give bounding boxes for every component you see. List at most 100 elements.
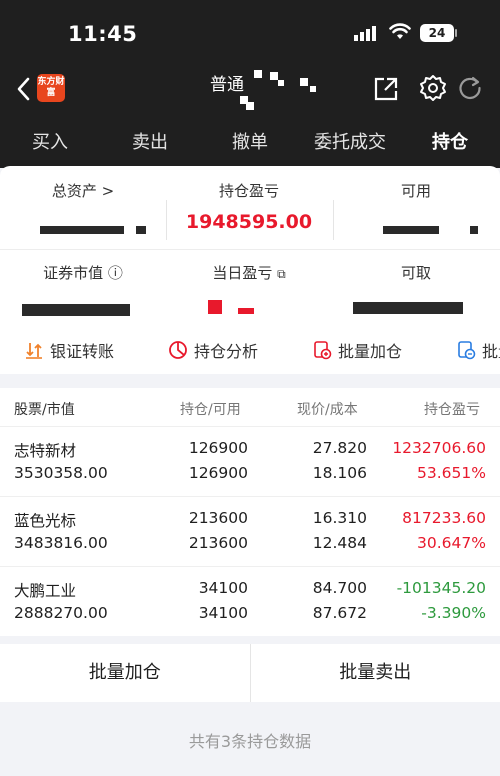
position-analysis-button[interactable]: 持仓分析 bbox=[168, 338, 258, 362]
battery-tip bbox=[455, 29, 457, 37]
header-pnl: 持仓盈亏 bbox=[424, 402, 480, 418]
stock-name: 大鹏工业 bbox=[14, 582, 77, 600]
batch-icon bbox=[458, 341, 476, 360]
daily-pnl-text: 当日盈亏 bbox=[212, 264, 273, 282]
masked-block bbox=[270, 72, 278, 80]
header-position: 持仓/可用 bbox=[180, 402, 241, 418]
tab-positions[interactable]: 持仓 bbox=[400, 128, 500, 169]
position-qty: 34100 bbox=[198, 579, 248, 597]
daily-pnl[interactable]: 当日盈亏 ⧉ bbox=[166, 262, 332, 283]
position-pnl: 817233.60 bbox=[402, 509, 486, 527]
position-qty: 213600 bbox=[188, 509, 248, 527]
current-price: 27.820 bbox=[312, 439, 367, 457]
position-pnl-pct: 30.647% bbox=[417, 534, 486, 552]
batch-add-button[interactable]: 批量加仓 bbox=[0, 644, 250, 702]
position-qty: 126900 bbox=[188, 439, 248, 457]
masked-block bbox=[246, 102, 254, 110]
bottom-actions: 批量加仓 批量卖出 bbox=[0, 644, 500, 702]
bank-transfer-label: 银证转账 bbox=[50, 342, 115, 361]
header-price: 现价/成本 bbox=[297, 402, 358, 418]
available-qty: 126900 bbox=[188, 464, 248, 482]
batch-add-label: 批量加仓 bbox=[338, 342, 403, 361]
asset-summary: 总资产 > 持仓盈亏 1948595.00 可用 证券市值 ⓘ 当日盈亏 ⧉ 可… bbox=[0, 166, 500, 374]
refresh-icon[interactable] bbox=[457, 75, 483, 101]
external-link-icon: ⧉ bbox=[277, 267, 286, 281]
batch-add-tool-button[interactable]: 批量加仓 bbox=[312, 338, 402, 362]
summary-row-1: 总资产 > 持仓盈亏 1948595.00 可用 bbox=[0, 180, 500, 246]
position-pnl-label: 持仓盈亏 bbox=[218, 182, 279, 200]
broker-logo: 东方财富 bbox=[37, 74, 65, 102]
cost-price: 87.672 bbox=[312, 604, 367, 622]
cellular-signal-icon bbox=[354, 26, 376, 41]
share-icon[interactable] bbox=[373, 76, 399, 102]
masked-block bbox=[310, 86, 316, 92]
bank-transfer-button[interactable]: 银证转账 bbox=[24, 338, 114, 362]
current-price: 16.310 bbox=[312, 509, 367, 527]
status-time: 11:45 bbox=[68, 22, 138, 46]
gear-icon[interactable] bbox=[419, 74, 447, 102]
summary-row-2: 证券市值 ⓘ 当日盈亏 ⧉ 可取 bbox=[0, 262, 500, 328]
batch-label: 批量 bbox=[482, 342, 500, 361]
available-qty: 34100 bbox=[198, 604, 248, 622]
position-pnl: -101345.20 bbox=[396, 579, 486, 597]
position-pnl: 1232706.60 bbox=[392, 439, 486, 457]
position-analysis-label: 持仓分析 bbox=[194, 342, 259, 361]
tab-buy[interactable]: 买入 bbox=[0, 128, 100, 154]
withdrawable-label: 可取 bbox=[400, 264, 431, 282]
account-label: 普通 bbox=[210, 75, 244, 95]
table-row[interactable]: 蓝色光标 3483816.00 213600 213600 16.310 12.484 81… bbox=[0, 496, 500, 566]
total-assets-label: 总资产 > bbox=[51, 182, 115, 200]
pie-chart-icon bbox=[169, 341, 187, 359]
nav-bar: 东方财富 普通 bbox=[0, 66, 500, 114]
tab-cancel[interactable]: 撤单 bbox=[200, 128, 300, 154]
masked-block bbox=[254, 70, 262, 78]
tool-bar: 银证转账 持仓分析 批量加仓 批量 bbox=[0, 338, 500, 368]
market-value-label: 证券市值 ⓘ bbox=[43, 264, 123, 282]
masked-value bbox=[353, 302, 463, 314]
account-selector[interactable]: 普通 bbox=[210, 70, 244, 95]
header-stock: 股票/市值 bbox=[14, 402, 75, 418]
list-header: 股票/市值 持仓/可用 现价/成本 持仓盈亏 bbox=[0, 388, 500, 426]
tab-orders[interactable]: 委托成交 bbox=[300, 128, 400, 154]
masked-block bbox=[300, 78, 308, 86]
masked-block bbox=[278, 80, 284, 86]
masked-value bbox=[383, 226, 439, 234]
available-label: 可用 bbox=[400, 182, 431, 200]
cost-price: 18.106 bbox=[312, 464, 367, 482]
positions-list: 股票/市值 持仓/可用 现价/成本 持仓盈亏 志特新材 3530358.00 126… bbox=[0, 388, 500, 636]
withdrawable-funds: 可取 bbox=[333, 262, 499, 283]
wifi-icon bbox=[389, 23, 411, 39]
table-row[interactable]: 大鹏工业 2888270.00 34100 34100 84.700 87.672 -101… bbox=[0, 566, 500, 636]
daily-pnl-label: 当日盈亏 ⧉ bbox=[166, 262, 332, 283]
position-pnl-pct: -3.390% bbox=[421, 604, 486, 622]
positions-count: 共有3条持仓数据 bbox=[188, 732, 312, 751]
masked-value bbox=[208, 300, 222, 314]
masked-value bbox=[238, 308, 254, 314]
current-price: 84.700 bbox=[312, 579, 367, 597]
batch-sell-button[interactable]: 批量卖出 bbox=[251, 644, 500, 702]
batch-add-icon bbox=[314, 341, 332, 360]
available-qty: 213600 bbox=[188, 534, 248, 552]
status-bar: 11:45 24 bbox=[0, 0, 500, 66]
stock-name: 志特新材 bbox=[14, 442, 77, 460]
top-header: 11:45 24 东方财富 普通 买入 卖出 撤单 委托成交 持仓 bbox=[0, 0, 500, 169]
tab-sell[interactable]: 卖出 bbox=[100, 128, 200, 154]
position-pnl-pct: 53.651% bbox=[417, 464, 486, 482]
transfer-icon bbox=[26, 343, 42, 359]
table-row[interactable]: 志特新材 3530358.00 126900 126900 27.820 18.106 12… bbox=[0, 426, 500, 496]
market-value: 2888270.00 bbox=[14, 604, 108, 622]
masked-value bbox=[470, 226, 478, 234]
stock-name: 蓝色光标 bbox=[14, 512, 77, 530]
market-value: 3530358.00 bbox=[14, 464, 108, 482]
back-arrow-icon[interactable] bbox=[14, 76, 34, 102]
battery-icon: 24 bbox=[420, 24, 454, 42]
market-value: 证券市值 ⓘ bbox=[0, 262, 166, 283]
market-value: 3483816.00 bbox=[14, 534, 108, 552]
position-pnl-value: 1948595.00 bbox=[185, 211, 313, 233]
masked-value bbox=[136, 226, 146, 234]
batch-tool-button[interactable]: 批量 bbox=[456, 338, 500, 362]
masked-value bbox=[40, 226, 124, 234]
masked-value bbox=[22, 304, 130, 316]
cost-price: 12.484 bbox=[312, 534, 367, 552]
trade-tabs: 买入 卖出 撤单 委托成交 持仓 bbox=[0, 114, 500, 169]
